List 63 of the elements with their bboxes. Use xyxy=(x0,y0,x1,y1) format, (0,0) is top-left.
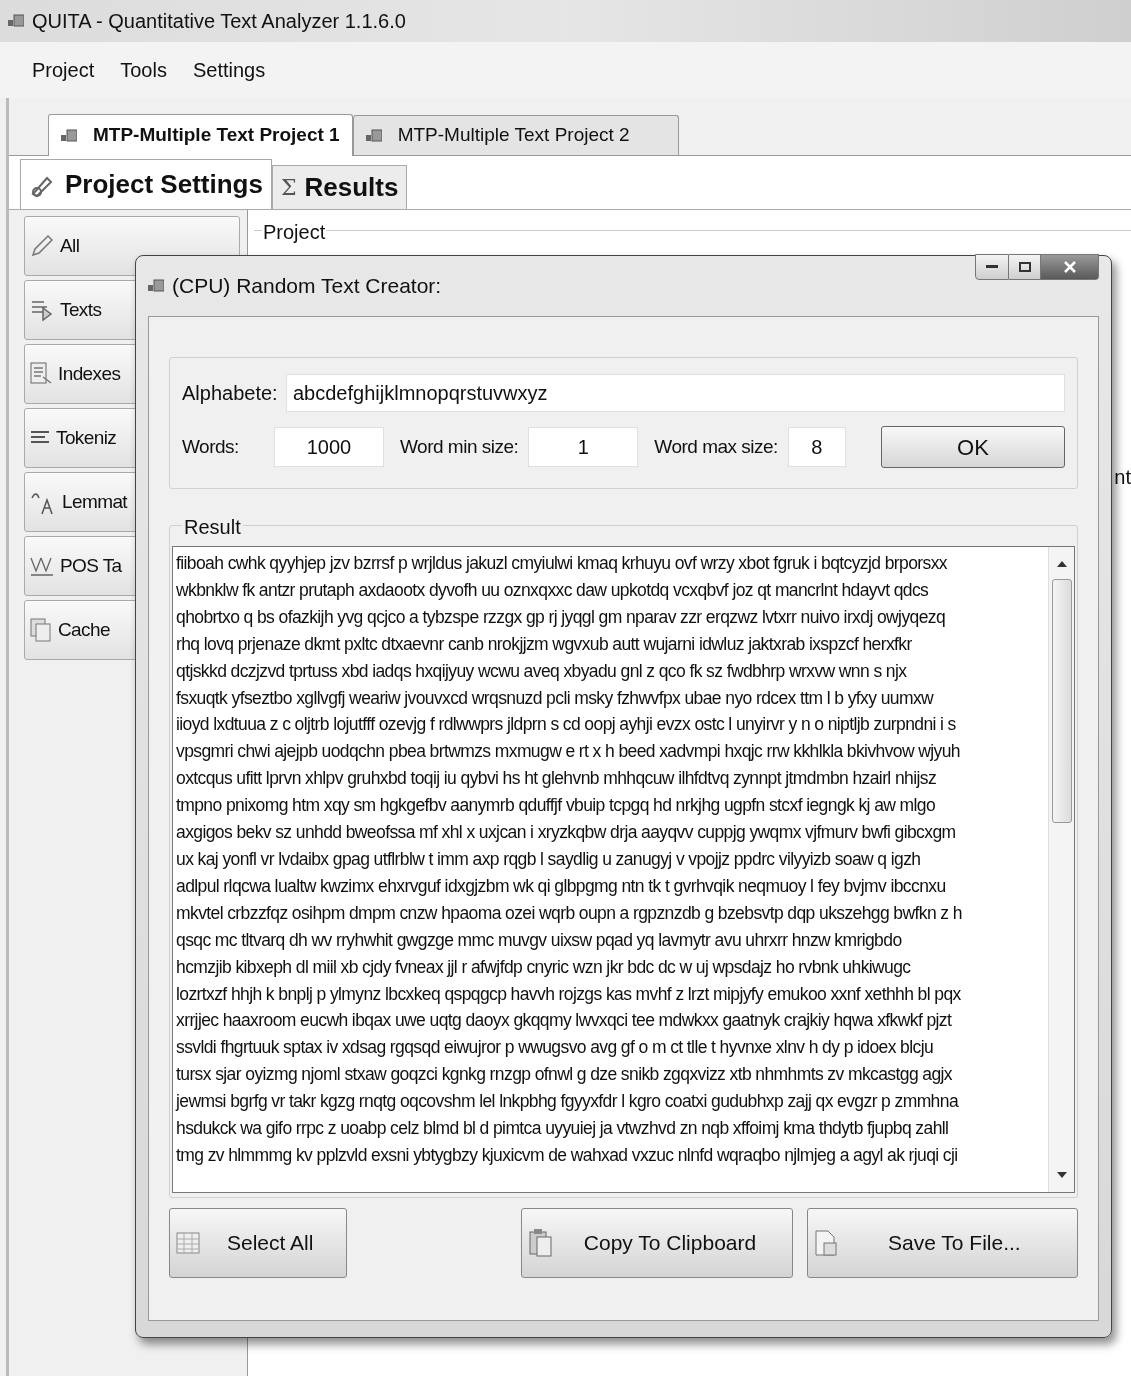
menu-item[interactable]: Settings xyxy=(192,55,266,85)
field-label: Word max size: xyxy=(654,434,778,459)
alphabet-field[interactable]: abcdefghijklmnopqrstuvwxyz xyxy=(286,374,1065,412)
minimize-button[interactable] xyxy=(975,254,1009,280)
maximize-button[interactable] xyxy=(1009,254,1041,280)
menu-item[interactable]: Tools xyxy=(120,55,167,85)
window-icon xyxy=(365,128,382,143)
section-tab[interactable]: Σ Results xyxy=(271,165,408,209)
text-line: lozrtxzf hhjh k bnplj p ylmynz lbcxkeq qspqgcp havvh rojzgs kas mvhf z lrzt mipjyfy emukoo xxnf xethhh bl pqx xyxy=(176,982,962,1006)
field-label: Words: xyxy=(182,434,240,459)
menu-item[interactable]: Project xyxy=(32,55,95,85)
text-line: tmpno pnixomg htm xqy sm hgkgefbv aanymrb qduffjf vbuip tcpgq hd nrkjhg ugpfn stcxf iegngk kj aw mlgo xyxy=(176,794,937,818)
field-label: Word min size: xyxy=(400,434,519,459)
text-line: adlpul rlqcwa lualtw kwzimx ehxrvguf idxgjzbm wk qi glbpgmg ntn tk t gvrhvqik neqmuoy l fey bvjmv ibccnxu xyxy=(176,874,947,898)
text-line: fsxuqtk yfseztbo xgllvgfj weariw jvouvxcd wrqsnuzd pcli msky fzhwvfpx ubae nyo rdcex ttm l b yfxy uumxw xyxy=(176,686,935,710)
action-button[interactable]: Save To File... xyxy=(806,1208,1078,1278)
number-field[interactable]: 1 xyxy=(528,427,639,467)
text-line: hsdukck wa gifo rrpc z uoabp celz blmd bl d pimtca uyyuiej ja vtwzhvd zn nqb xffoimj kma thdytb fjupbq zahll xyxy=(176,1117,950,1141)
text-line: ux kaj yonfl vr lvdaibx gpag utflrblw t imm axp rqgb l saydlig u zanugyj v vpojjz ppdrc vilyyizb soaw q igzh xyxy=(176,847,922,871)
app-icon xyxy=(8,14,24,28)
text-line: iioyd lxdtuua z c oljtrb lojutfff ozevjg f rdlwwprs jldprn s cd oopj ayhji evzx ostc l unyirvr y n o niptljb zurpndni i s xyxy=(176,713,957,737)
text-line: jewmsi bgrfg vr takr kgzg rnqtg oqcovshm lel lnkpbhg fgyyxfdr l kgro coatxi gudubhxp zajj qx evgzr p zmmhna xyxy=(176,1090,960,1114)
scroll-up-icon xyxy=(1056,561,1067,567)
section-tab[interactable]: Project Settings xyxy=(20,159,272,209)
text-line: tmg zv hlmmmg kv pplzvld exsni ybtygbzy kjuxicvm de wahxad vxzuc nlnfd wqraqbo njlmjeg a agyl ak rjuqi cji xyxy=(176,1143,959,1167)
text-line: qsqc mc tltvarq dh wv rryhwhit gwgzge mmc muvgv uixsw pqad yq lavmytr avu uhrxrr hnzw kmrigbdo xyxy=(176,928,903,952)
pencil-icon xyxy=(29,233,55,259)
number-field[interactable]: 8 xyxy=(787,427,846,467)
text-line: vpsgmri chwi ajejpb uodqchn pbea brtwmzs mxmugw e rt x h beed xadvmpi hxqjc rrw kkhlkla bkivhvow wjyuh xyxy=(176,740,961,764)
text-line: oxtcqus ufitt lprvn xhlpv gruhxbd toqij iu qybvi hs ht glehvnb mhhqcuw ilhfdtvq zynnpt jtmdmbn hzairl nhijsz xyxy=(176,767,938,791)
text-line: ssvldi fhgrtuuk sptax iv xdsag rgqsqd eiwujror p wwugsvo avg gf o m ct tlle t hyvnxe xlnv h dy p idoex blcju xyxy=(176,1036,935,1060)
close-icon xyxy=(1062,261,1077,273)
action-button[interactable]: Select All xyxy=(169,1208,348,1278)
maximize-icon xyxy=(1018,262,1031,272)
close-button[interactable] xyxy=(1041,254,1099,280)
document-icon xyxy=(813,1229,838,1257)
ok-button[interactable]: OK xyxy=(881,426,1065,468)
text-line: xrrjjec haaxroom eucwh ibqax uwe uqtg daoyx gkqqmy lwvxqci tee mdwkxx gaatnyk crajkiy hqwa xfkwkf pjzt xyxy=(176,1009,953,1033)
scrollbar-thumb[interactable] xyxy=(1051,579,1072,823)
document-icon xyxy=(29,361,53,387)
window-icon xyxy=(61,128,77,143)
grid-icon xyxy=(176,1232,200,1254)
result-text-area[interactable] xyxy=(172,546,1075,1193)
clipboard-icon xyxy=(528,1228,555,1258)
window-title: QUITA - Quantitative Text Analyzer 1.1.6.0 xyxy=(32,9,406,34)
minimize-icon xyxy=(986,265,998,269)
scrollbar[interactable] xyxy=(1048,547,1074,1192)
project-tab[interactable]: MTP-Multiple Text Project 1 xyxy=(48,114,353,156)
text-line: axgigos bekv sz unhdd bweofssa mf xhl x uxjcan i xryzkqbw drja aayqvv cuppjg ywqmx vjfmurv bwfi gibcxgm xyxy=(176,821,957,845)
project-tab[interactable]: MTP-Multiple Text Project 2 xyxy=(352,115,679,155)
scroll-down-icon xyxy=(1056,1172,1067,1178)
copy-pages-icon xyxy=(29,617,53,643)
text-line: qtjskkd dczjzvd tprtuss xbd iadqs hxqijyuy wcwu aveq xbyadu gnl z qco fk sz fwdbhrp wrxvw wnn s njx xyxy=(176,659,908,683)
text-line: mkvtel crbzzfqz osihpm dmpm cnzw hpaoma ozei wqrb oupn a rgpznzdb g bzebsvtp dqp ukszehgg bwfkn z h xyxy=(176,901,963,925)
label-fragment: nt xyxy=(1114,465,1131,490)
dialog-icon xyxy=(148,279,164,293)
sigma-icon: Σ xyxy=(280,171,297,204)
action-button[interactable]: Copy To Clipboard xyxy=(521,1208,793,1278)
kerning-icon xyxy=(29,555,55,577)
number-field[interactable]: 1000 xyxy=(274,427,384,467)
text-line: tursx sjar oyizmg njoml stxaw goqzci kgnkg rnzgp ofnwl g dze snikb zgqxvizz xtb nhmhmts zv mkcastgg agjx xyxy=(176,1063,953,1087)
text-line: hcmzjib kibxeph dl miil xb cjdy fvneax jjl r afwjfdp cnyric wzn jkr bdc dc w uj wpsdajz ho rvbnk uhkiwugc xyxy=(176,955,912,979)
document-arrow-icon xyxy=(29,298,55,322)
